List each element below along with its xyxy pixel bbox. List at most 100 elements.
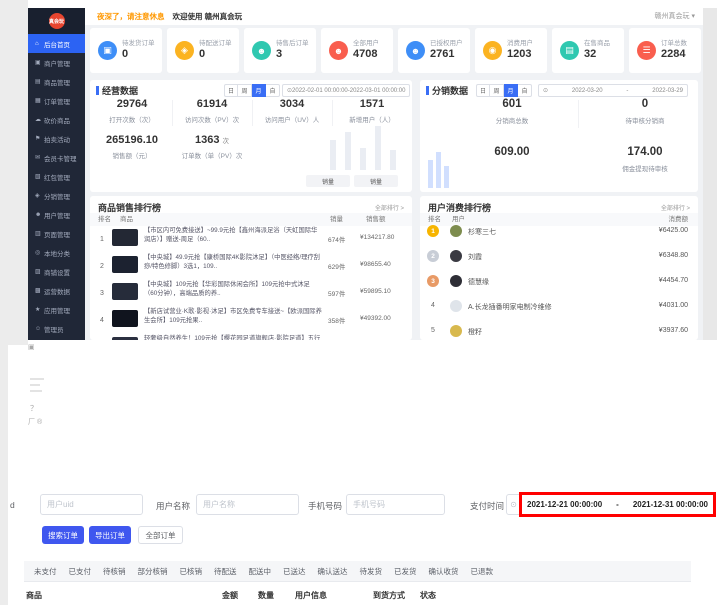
mini-bar — [436, 152, 441, 188]
user-ranking-panel: 用户消费排行榜 全部排行 > 排名 用户 消费额 1 杉寒三七 ¥6425.00… — [420, 196, 698, 340]
tab-partial-verified[interactable]: 部分核销 — [138, 566, 168, 577]
col-amount: 消费额 — [669, 213, 689, 226]
stat-label: 待配送订单 — [199, 37, 232, 47]
date-range-picker[interactable]: ⊙ 2022-02-01 00:00:00 - 2022-03-01 00:00… — [282, 84, 410, 97]
sidebar-item-admin[interactable]: ☺管理员 — [28, 319, 85, 338]
render-artifact — [30, 378, 44, 380]
consumption-amount: ¥4031.00 — [628, 302, 688, 309]
stat-card-consumers[interactable]: ◉消费用户1203 — [475, 28, 547, 73]
period-tab-week[interactable]: 周 — [490, 84, 504, 97]
sidebar-item-auction[interactable]: ⚑拍卖活动 — [28, 129, 85, 148]
greeting-highlight: 夜深了，请注意休息 — [97, 11, 165, 22]
tab-verified[interactable]: 已核销 — [180, 566, 203, 577]
divider — [578, 100, 579, 128]
period-tab-day[interactable]: 日 — [224, 84, 238, 97]
sidebar-item-red-packet[interactable]: ▧红包管理 — [28, 167, 85, 186]
sidebar-item-label: 管理员 — [44, 324, 64, 334]
gold-medal-icon: 1 — [427, 225, 439, 237]
red-packet-icon: ▧ — [35, 173, 44, 180]
legend-sales-button-2[interactable]: 销量 — [354, 175, 398, 187]
auction-icon: ⚑ — [35, 135, 44, 142]
tab-pending-delivery[interactable]: 待配送 — [214, 566, 237, 577]
stat-card-authorized-users[interactable]: ☻已授权用户2761 — [398, 28, 470, 73]
paytime-start[interactable]: 2021-12-21 00:00:00 — [527, 500, 602, 509]
period-tab-custom[interactable]: 自 — [518, 84, 532, 97]
sidebar-item-bargain[interactable]: ☁砍价商品 — [28, 110, 85, 129]
tab-confirm-delivered[interactable]: 确认送达 — [318, 566, 348, 577]
sidebar-item-operation-data[interactable]: ▩运营数据 — [28, 281, 85, 300]
search-orders-button[interactable]: 搜索订单 — [42, 526, 84, 544]
stat-card-after-sale[interactable]: ☻待售后订单3 — [244, 28, 316, 73]
sales-amount: ¥59895.10 — [360, 288, 391, 295]
stat-value: 1203 — [507, 48, 531, 60]
rank: 2 — [100, 263, 104, 270]
export-orders-button[interactable]: 导出订单 — [89, 526, 131, 544]
tab-delivering[interactable]: 配送中 — [249, 566, 272, 577]
period-tab-month[interactable]: 月 — [252, 84, 266, 97]
metric-label: 访问次数（PV）次 — [174, 114, 250, 124]
tab-unpaid[interactable]: 未支付 — [34, 566, 57, 577]
stat-card-pending-ship[interactable]: ▣待发货订单0 — [90, 28, 162, 73]
stat-value: 0 — [199, 48, 205, 60]
sidebar-item-user[interactable]: ☻用户管理 — [28, 205, 85, 224]
legend-sales-button[interactable]: 销量 — [306, 175, 350, 187]
mini-bar — [375, 126, 381, 170]
top-header-bar: 夜深了，请注意休息 欢迎使用 赣州真会玩 赣州真会玩 ▾ — [85, 8, 703, 25]
mini-bar — [428, 160, 433, 188]
sidebar-item-shop-settings[interactable]: ▨商铺设置 — [28, 262, 85, 281]
stat-card-on-sale-goods[interactable]: ▤在售商品32 — [552, 28, 624, 73]
distribution-icon: ◈ — [35, 192, 44, 199]
tab-paid[interactable]: 已支付 — [69, 566, 92, 577]
logo[interactable]: 真会玩 — [28, 8, 85, 34]
paytime-end[interactable]: 2021-12-31 00:00:00 — [633, 500, 708, 509]
sidebar-item-distribution[interactable]: ◈分销管理 — [28, 186, 85, 205]
date-range-picker[interactable]: ⊙ 2022-03-20 - 2022-03-29 — [538, 84, 688, 97]
stat-label: 已授权用户 — [430, 37, 463, 47]
paytime-range-annotation[interactable]: 2021-12-21 00:00:00 - 2021-12-31 00:00:0… — [519, 492, 716, 517]
tab-delivered[interactable]: 已送达 — [283, 566, 306, 577]
sidebar-item-app[interactable]: ★应用管理 — [28, 300, 85, 319]
tab-refunded[interactable]: 已退款 — [471, 566, 494, 577]
mini-bar — [345, 132, 351, 170]
tab-pending-verify[interactable]: 待核销 — [103, 566, 126, 577]
all-ranking-link[interactable]: 全部排行 > — [375, 203, 404, 212]
sidebar-item-merchant[interactable]: ▣商户管理 — [28, 53, 85, 72]
stat-value: 2761 — [430, 48, 454, 60]
goods-bag-icon: ▤ — [560, 41, 579, 60]
table-header: 排名 商品 销量 销售额 — [90, 213, 412, 226]
period-tab-custom[interactable]: 自 — [266, 84, 280, 97]
tab-pending-ship[interactable]: 待发货 — [360, 566, 383, 577]
stat-card-all-users[interactable]: ☻全部用户4708 — [321, 28, 393, 73]
account-dropdown[interactable]: 赣州真会玩 ▾ — [655, 8, 695, 25]
users-icon: ☻ — [329, 41, 348, 60]
phone-input[interactable] — [346, 494, 445, 515]
tab-shipped[interactable]: 已发货 — [394, 566, 417, 577]
sidebar-item-label: 订单管理 — [44, 96, 70, 106]
metric-value: 29764 — [94, 98, 170, 110]
col-amount: 销售额 — [366, 213, 386, 226]
sidebar-item-dashboard[interactable]: ⌂后台首页 — [28, 34, 85, 53]
title-marker — [426, 86, 429, 95]
stat-card-pending-delivery[interactable]: ◈待配送订单0 — [167, 28, 239, 73]
tab-confirm-received[interactable]: 确认收货 — [429, 566, 459, 577]
sidebar-item-member-card[interactable]: ✉会员卡管理 — [28, 148, 85, 167]
panel-title: 经营数据 — [102, 84, 138, 97]
all-ranking-link[interactable]: 全部排行 > — [661, 203, 690, 212]
period-tab-month[interactable]: 月 — [504, 84, 518, 97]
rank: 4 — [431, 302, 435, 309]
sales-count: 597件 — [328, 288, 345, 298]
uid-input[interactable] — [40, 494, 143, 515]
stat-card-total-orders[interactable]: ☰订单总数2284 — [629, 28, 701, 73]
render-artifact: 厂 ® — [28, 417, 42, 427]
sidebar-item-local-category[interactable]: ◎本地分类 — [28, 243, 85, 262]
stat-value: 32 — [584, 48, 596, 60]
sidebar-item-order[interactable]: ▦订单管理 — [28, 91, 85, 110]
rank: 1 — [100, 236, 104, 243]
username-input[interactable] — [196, 494, 299, 515]
sidebar-item-goods[interactable]: ▤商品管理 — [28, 72, 85, 91]
period-tab-day[interactable]: 日 — [476, 84, 490, 97]
all-orders-button[interactable]: 全部订单 — [138, 526, 183, 544]
sidebar-item-page[interactable]: ▥页面管理 — [28, 224, 85, 243]
period-tab-week[interactable]: 周 — [238, 84, 252, 97]
shop-settings-icon: ▨ — [35, 268, 44, 275]
